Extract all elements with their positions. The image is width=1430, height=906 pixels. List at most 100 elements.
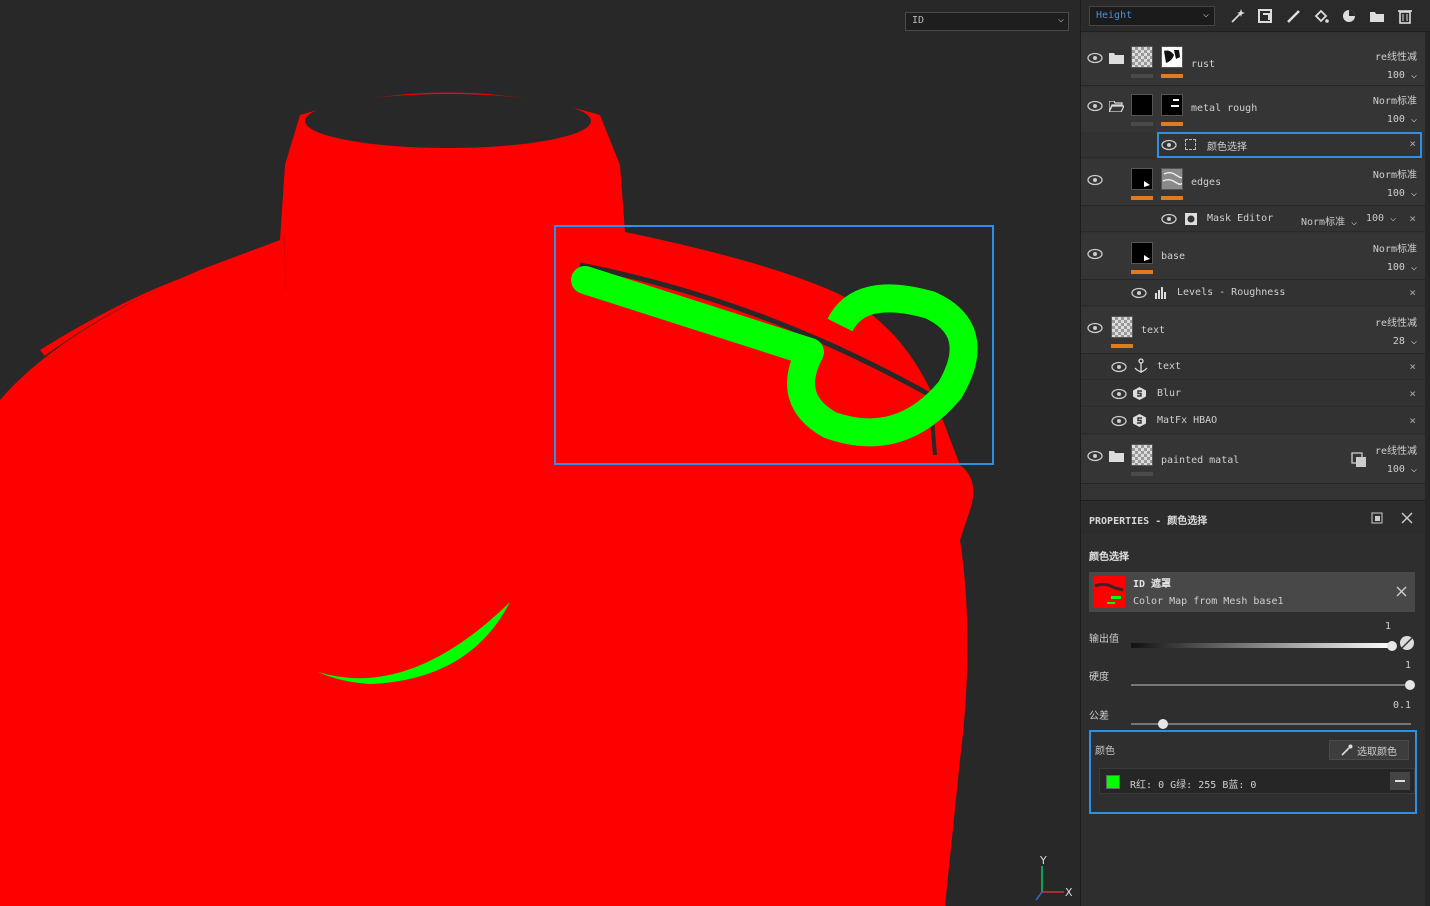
close-icon[interactable]: × <box>1409 414 1416 427</box>
opacity-value: 100 <box>1386 70 1405 81</box>
axis-gizmo: Y X <box>1035 854 1073 901</box>
instance-icon[interactable] <box>1351 452 1367 468</box>
b-value: 0 <box>1250 780 1257 791</box>
hardness-slider-knob[interactable] <box>1405 680 1415 690</box>
opacity-value: 28 <box>1392 336 1405 347</box>
effect-levels-roughness[interactable]: Levels - Roughness × <box>1081 280 1425 306</box>
chevron-down-icon: ⌵ <box>1410 114 1417 125</box>
eye-icon[interactable] <box>1131 287 1147 299</box>
blend-mode[interactable]: Norm标准 <box>1373 92 1417 107</box>
layer-name: base <box>1161 251 1186 262</box>
opacity-field[interactable]: 100 ⌵ <box>1387 188 1417 199</box>
layer-text[interactable]: text re线性减 28 ⌵ <box>1081 308 1425 354</box>
output-value[interactable]: 1 <box>1385 621 1391 632</box>
color-label: 颜色 <box>1095 746 1115 757</box>
layer-edges[interactable]: edges Norm标准 100 ⌵ <box>1081 160 1425 206</box>
effect-name: Levels - Roughness <box>1177 287 1286 298</box>
blend-mode[interactable]: re线性减 <box>1375 442 1417 457</box>
3d-viewport[interactable]: ID ⌵ Y X <box>0 0 1080 906</box>
eye-icon[interactable] <box>1087 322 1103 334</box>
output-gradient-slider[interactable] <box>1131 643 1393 648</box>
close-icon[interactable]: × <box>1409 360 1416 373</box>
opacity-value: 100 <box>1386 262 1405 273</box>
effect-matfx-hbao[interactable]: MatFx HBAO × <box>1081 408 1425 434</box>
effect-text[interactable]: text × <box>1081 354 1425 380</box>
layer-base[interactable]: base Norm标准 100 ⌵ <box>1081 234 1425 280</box>
opacity-field[interactable]: 100 ⌵ <box>1387 114 1417 125</box>
brush-icon[interactable] <box>1283 6 1303 26</box>
eyedropper-icon <box>1341 744 1353 756</box>
blend-mode[interactable]: re线性减 <box>1375 314 1417 329</box>
id-card-title: ID 遮罩 <box>1133 579 1172 590</box>
effect-mask-editor[interactable]: Mask Editor Norm标准 ⌵ 100 ⌵ × <box>1081 206 1425 232</box>
eye-icon[interactable] <box>1087 100 1103 112</box>
hardness-value[interactable]: 1 <box>1405 660 1411 671</box>
folder-icon[interactable] <box>1367 6 1387 26</box>
close-icon[interactable]: × <box>1409 387 1416 400</box>
channel-select-value: Height <box>1096 10 1133 21</box>
opacity-field[interactable]: 28 ⌵ <box>1393 336 1417 347</box>
properties-title: PROPERTIES - 颜色选择 <box>1089 516 1208 527</box>
fill-icon[interactable] <box>1311 6 1331 26</box>
close-icon[interactable]: × <box>1409 286 1416 299</box>
magic-wand-icon[interactable] <box>1227 6 1247 26</box>
eye-icon[interactable] <box>1087 174 1103 186</box>
id-mask-card[interactable]: ID 遮罩 Color Map from Mesh base1 <box>1089 572 1415 612</box>
opacity-field[interactable]: 100 ⌵ <box>1387 70 1417 81</box>
mask-thumbnail <box>1161 46 1183 68</box>
viewport-display-value: ID <box>912 15 925 26</box>
opacity-field[interactable]: 100 ⌵ <box>1387 464 1417 475</box>
opacity-value: 100 <box>1386 464 1405 475</box>
material-icon[interactable] <box>1339 6 1359 26</box>
layer-rust[interactable]: rust re线性减 100 ⌵ <box>1081 36 1425 86</box>
layer-painted-matal[interactable]: painted matal re线性减 100 ⌵ <box>1081 436 1425 484</box>
r-value: 0 <box>1158 780 1165 791</box>
chevron-down-icon: ⌵ <box>1057 14 1064 25</box>
eye-icon[interactable] <box>1087 450 1103 462</box>
eye-icon[interactable] <box>1111 388 1127 400</box>
eye-icon[interactable] <box>1087 52 1103 64</box>
mask-editor-icon <box>1185 213 1197 225</box>
effect-blur[interactable]: Blur × <box>1081 381 1425 407</box>
close-icon[interactable] <box>1396 586 1407 597</box>
blend-mode[interactable]: Norm标准 <box>1373 240 1417 255</box>
trash-icon[interactable] <box>1395 6 1415 26</box>
blend-mode[interactable]: re线性减 <box>1375 48 1417 63</box>
effect-opacity-value: 100 <box>1366 213 1385 224</box>
tolerance-label: 公差 <box>1089 711 1109 722</box>
blend-mode[interactable]: Norm标准 <box>1373 166 1417 181</box>
refresh-layer-icon[interactable] <box>1255 6 1275 26</box>
effect-opacity[interactable]: 100 ⌵ <box>1366 213 1396 224</box>
effect-name: text <box>1157 361 1182 372</box>
mask-thumbnail <box>1161 168 1183 190</box>
close-icon[interactable]: × <box>1409 212 1416 225</box>
panel-scrollbar[interactable] <box>1425 32 1430 906</box>
close-icon[interactable] <box>1401 512 1413 524</box>
layer-metal-rough[interactable]: metal rough Norm标准 100 ⌵ <box>1081 88 1425 134</box>
opacity-field[interactable]: 100 ⌵ <box>1387 262 1417 273</box>
pick-color-button[interactable]: 选取颜色 <box>1329 740 1409 760</box>
b-label: B蓝: <box>1222 780 1245 791</box>
channel-select[interactable]: Height ⌵ <box>1089 6 1215 26</box>
effect-blend-mode[interactable]: Norm标准 ⌵ <box>1301 213 1357 228</box>
mask-thumbnail <box>1161 94 1183 116</box>
eye-icon[interactable] <box>1111 415 1127 427</box>
color-swatch[interactable] <box>1106 775 1120 789</box>
selected-effect-highlight <box>1157 132 1422 158</box>
tolerance-value[interactable]: 0.1 <box>1393 700 1411 711</box>
gradient-mode-icon[interactable] <box>1399 635 1415 651</box>
eye-icon[interactable] <box>1161 213 1177 225</box>
viewport-display-select[interactable]: ID ⌵ <box>905 12 1069 31</box>
eye-icon[interactable] <box>1087 248 1103 260</box>
tolerance-slider-knob[interactable] <box>1158 719 1168 729</box>
layer-name: painted matal <box>1161 455 1240 466</box>
undock-icon[interactable] <box>1371 512 1383 524</box>
tolerance-slider-track[interactable] <box>1131 723 1411 725</box>
output-slider-knob[interactable] <box>1387 641 1397 651</box>
folder-icon <box>1109 451 1124 462</box>
hardness-slider-track[interactable] <box>1131 684 1411 686</box>
effect-blend-value: Norm标准 <box>1301 217 1346 228</box>
color-entry[interactable]: R红: 0 G绿: 255 B蓝: 0 <box>1099 768 1415 794</box>
eye-icon[interactable] <box>1111 361 1127 373</box>
remove-color-button[interactable] <box>1390 772 1410 790</box>
